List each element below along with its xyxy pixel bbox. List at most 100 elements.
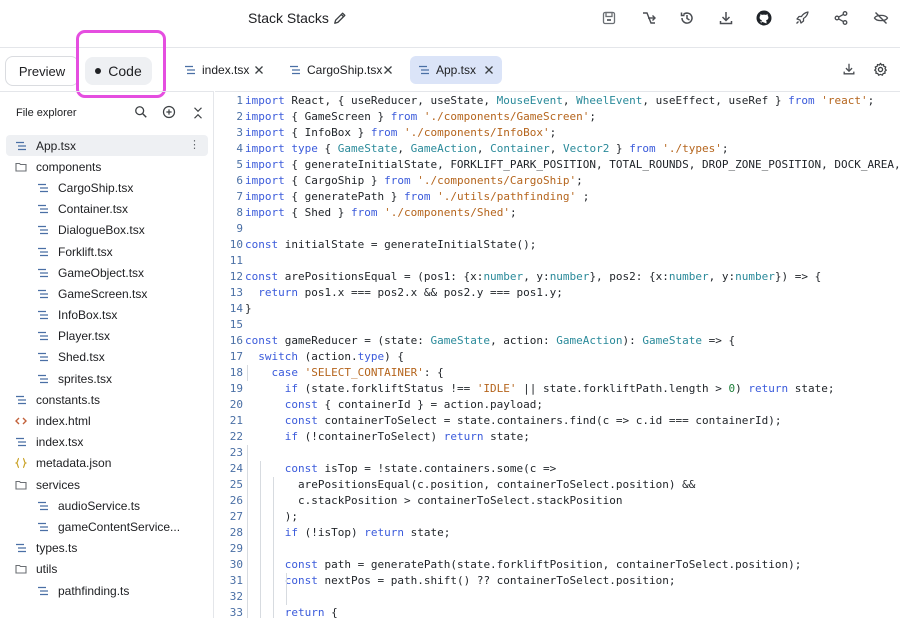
edit-title-icon[interactable] <box>333 11 347 25</box>
code-line[interactable] <box>245 221 900 237</box>
code-line[interactable]: import { InfoBox } from './components/In… <box>245 125 900 141</box>
tab-cargoship-tsx[interactable]: CargoShip.tsx <box>281 56 401 84</box>
file-item[interactable]: index.html <box>0 410 214 431</box>
code-line[interactable] <box>245 253 900 269</box>
tab-bar: Preview Code index.tsx CargoShip.tsx App… <box>0 30 900 98</box>
code-line[interactable]: if (!containerToSelect) return state; <box>245 429 900 445</box>
code-line[interactable]: import { CargoShip } from './components/… <box>245 173 900 189</box>
file-item[interactable]: types.ts <box>0 538 214 559</box>
code-line[interactable]: const containerToSelect = state.containe… <box>245 413 900 429</box>
code-line[interactable]: const gameReducer = (state: GameState, a… <box>245 333 900 349</box>
code-line[interactable]: import { generatePath } from './utils/pa… <box>245 189 900 205</box>
line-number: 17 <box>229 350 243 363</box>
deploy-rocket-icon[interactable] <box>793 9 811 27</box>
save-icon[interactable] <box>600 9 618 27</box>
code-line[interactable]: const initialState = generateInitialStat… <box>245 237 900 253</box>
file-item[interactable]: Container.tsx <box>0 199 214 220</box>
folder-item[interactable]: services <box>0 474 214 495</box>
github-icon[interactable] <box>755 9 773 27</box>
hide-icon[interactable] <box>872 9 890 27</box>
file-item[interactable]: gameContentService... <box>0 516 214 537</box>
code-line[interactable]: import { Shed } from './components/Shed'… <box>245 205 900 221</box>
file-item[interactable]: constants.ts <box>0 389 214 410</box>
code-line[interactable]: const arePositionsEqual = (pos1: {x:numb… <box>245 269 900 285</box>
line-number: 4 <box>236 142 243 155</box>
line-number: 13 <box>229 286 243 299</box>
code-line[interactable]: if (state.forkliftStatus !== 'IDLE' || s… <box>245 381 900 397</box>
line-number: 31 <box>229 574 243 587</box>
file-lines-icon <box>185 65 195 75</box>
tree-item-label: index.html <box>36 414 91 429</box>
add-file-icon[interactable] <box>162 105 178 121</box>
file-item[interactable]: DialogueBox.tsx <box>0 220 214 241</box>
code-line[interactable] <box>245 541 900 557</box>
tree-item-label: DialogueBox.tsx <box>58 223 145 238</box>
code-editor[interactable]: 1 2 3 4 5 6 7 8 9 10 11 12 13 14 15 16 17 18 19 20 21 22 23 24 2… <box>215 91 900 618</box>
code-line[interactable] <box>245 445 900 461</box>
tab-index-tsx[interactable]: index.tsx <box>176 56 272 84</box>
code-line[interactable]: switch (action.type) { <box>245 349 900 365</box>
code-brackets-icon <box>15 415 27 427</box>
file-lines-icon <box>37 330 49 342</box>
download-icon[interactable] <box>717 9 735 27</box>
code-line[interactable]: import React, { useReducer, useState, Mo… <box>245 93 900 109</box>
code-line[interactable]: const nextPos = path.shift() ?? containe… <box>245 573 900 589</box>
collapse-all-icon[interactable] <box>191 105 207 121</box>
history-icon[interactable] <box>678 9 696 27</box>
code-line[interactable]: const isTop = !state.containers.some(c =… <box>245 461 900 477</box>
close-icon[interactable] <box>254 65 264 75</box>
code-line[interactable]: if (!isTop) return state; <box>245 525 900 541</box>
file-lines-icon <box>37 203 49 215</box>
code-line[interactable]: import { GameScreen } from './components… <box>245 109 900 125</box>
code-line[interactable]: const path = generatePath(state.forklift… <box>245 557 900 573</box>
search-icon[interactable] <box>134 105 150 121</box>
line-number: 20 <box>229 398 243 411</box>
file-lines-icon <box>37 246 49 258</box>
share-branch-icon[interactable] <box>640 9 658 27</box>
tree-item-label: CargoShip.tsx <box>58 180 134 195</box>
preview-button[interactable]: Preview <box>5 56 79 86</box>
file-item[interactable]: Shed.tsx <box>0 347 214 368</box>
file-item[interactable]: App.tsx ⋮ <box>6 135 208 157</box>
code-line[interactable]: import type { GameState, GameAction, Con… <box>245 141 900 157</box>
download-file-icon[interactable] <box>842 62 858 78</box>
close-icon[interactable] <box>383 65 393 75</box>
tab-app-tsx[interactable]: App.tsx <box>410 56 502 84</box>
code-line[interactable] <box>245 317 900 333</box>
file-item[interactable]: sprites.tsx <box>0 368 214 389</box>
line-number: 14 <box>229 302 243 315</box>
code-line[interactable]: const { containerId } = action.payload; <box>245 397 900 413</box>
file-item[interactable]: metadata.json <box>0 453 214 474</box>
file-lines-icon <box>37 521 49 533</box>
code-line[interactable]: arePositionsEqual(c.position, containerT… <box>245 477 900 493</box>
settings-gear-icon[interactable] <box>873 62 889 78</box>
more-options-icon[interactable]: ⋮ <box>189 138 200 151</box>
code-line[interactable] <box>245 589 900 605</box>
file-item[interactable]: index.tsx <box>0 432 214 453</box>
code-lines[interactable]: import React, { useReducer, useState, Mo… <box>245 93 900 618</box>
code-line[interactable]: c.stackPosition > containerToSelect.stac… <box>245 493 900 509</box>
code-line[interactable]: } <box>245 301 900 317</box>
file-item[interactable]: audioService.ts <box>0 495 214 516</box>
tree-item-label: Container.tsx <box>58 202 129 217</box>
file-item[interactable]: CargoShip.tsx <box>0 177 214 198</box>
file-item[interactable]: pathfinding.ts <box>0 580 214 601</box>
file-lines-icon <box>37 224 49 236</box>
code-line[interactable]: return pos1.x === pos2.x && pos2.y === p… <box>245 285 900 301</box>
file-item[interactable]: GameScreen.tsx <box>0 283 214 304</box>
line-number: 18 <box>229 366 243 379</box>
tree-item-label: GameObject.tsx <box>58 265 145 280</box>
folder-item[interactable]: components <box>0 156 214 177</box>
code-line[interactable]: import { generateInitialState, FORKLIFT_… <box>245 157 900 173</box>
file-item[interactable]: InfoBox.tsx <box>0 305 214 326</box>
share-icon[interactable] <box>832 9 850 27</box>
folder-item[interactable]: utils <box>0 559 214 580</box>
code-line[interactable]: return { <box>245 605 900 618</box>
code-line[interactable]: ); <box>245 509 900 525</box>
file-item[interactable]: Forklift.tsx <box>0 241 214 262</box>
line-number: 16 <box>229 334 243 347</box>
file-item[interactable]: GameObject.tsx <box>0 262 214 283</box>
close-icon[interactable] <box>484 65 494 75</box>
file-item[interactable]: Player.tsx <box>0 326 214 347</box>
code-line[interactable]: case 'SELECT_CONTAINER': { <box>245 365 900 381</box>
